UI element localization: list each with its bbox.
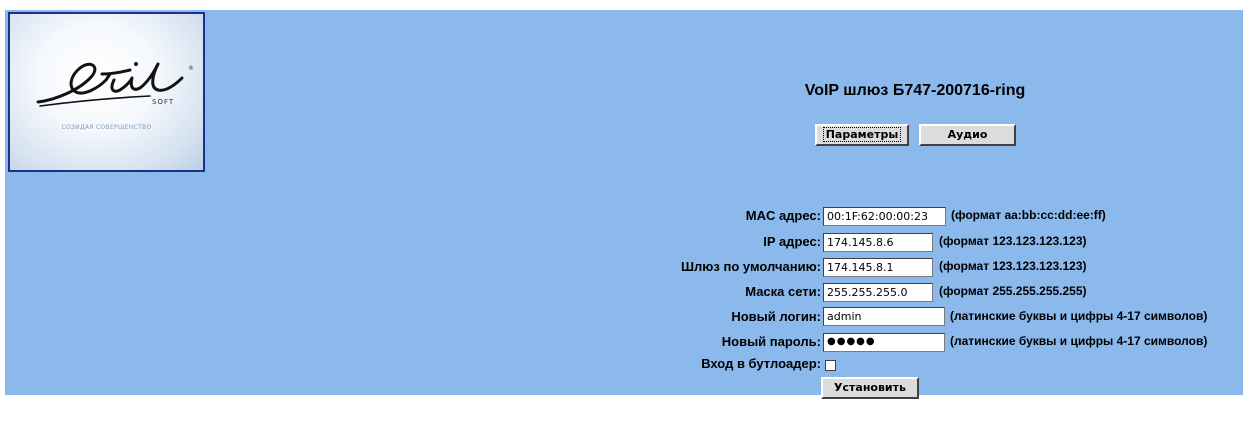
gateway-input[interactable]: 174.145.8.1 [823, 258, 933, 277]
svg-text:®: ® [188, 65, 194, 72]
password-label: Новый пароль: [721, 334, 821, 349]
mac-input[interactable]: 00:1F:62:00:00:23 [823, 207, 946, 226]
login-input[interactable]: admin [823, 307, 945, 326]
password-hint: (латинские буквы и цифры 4-17 символов) [950, 334, 1208, 348]
mask-label: Маска сети: [745, 284, 821, 299]
mask-input[interactable]: 255.255.255.0 [823, 283, 933, 302]
tab-audio-button[interactable]: Аудио [919, 124, 1016, 146]
login-hint: (латинские буквы и цифры 4-17 символов) [950, 309, 1208, 323]
mask-hint: (формат 255.255.255.255) [939, 284, 1087, 298]
mac-hint: (формат aa:bb:cc:dd:ee:ff) [951, 208, 1106, 222]
gateway-label: Шлюз по умолчанию: [680, 259, 821, 274]
apply-button-label: Установить [834, 381, 906, 394]
ip-input[interactable]: 174.145.8.6 [823, 233, 933, 252]
password-input[interactable]: ●●●●● [823, 333, 945, 352]
ip-label: IP адрес: [763, 234, 821, 249]
tab-audio-label: Аудио [947, 128, 988, 141]
logo-tagline: СОЗИДАЯ СОВЕРШЕНСТВО [61, 124, 152, 131]
tab-parameters-label: Параметры [822, 127, 902, 142]
bootloader-label: Вход в бутлоадер: [701, 356, 821, 371]
apply-button[interactable]: Установить [821, 377, 919, 399]
logo-wordmark-icon: ® SOFT [36, 62, 194, 107]
mac-label: MAC адрес: [745, 208, 821, 223]
tab-parameters-button[interactable]: Параметры [815, 124, 909, 146]
bootloader-checkbox[interactable] [825, 360, 836, 371]
logo-soft-text: SOFT [152, 98, 174, 106]
ip-hint: (формат 123.123.123.123) [939, 234, 1087, 248]
page-title: VoIP шлюз Б747-200716-ring [804, 82, 1026, 99]
gateway-hint: (формат 123.123.123.123) [939, 259, 1087, 273]
login-label: Новый логин: [731, 309, 821, 324]
stil-soft-logo: ® SOFT СОЗИДАЯ СОВЕРШЕНСТВО [8, 12, 205, 172]
